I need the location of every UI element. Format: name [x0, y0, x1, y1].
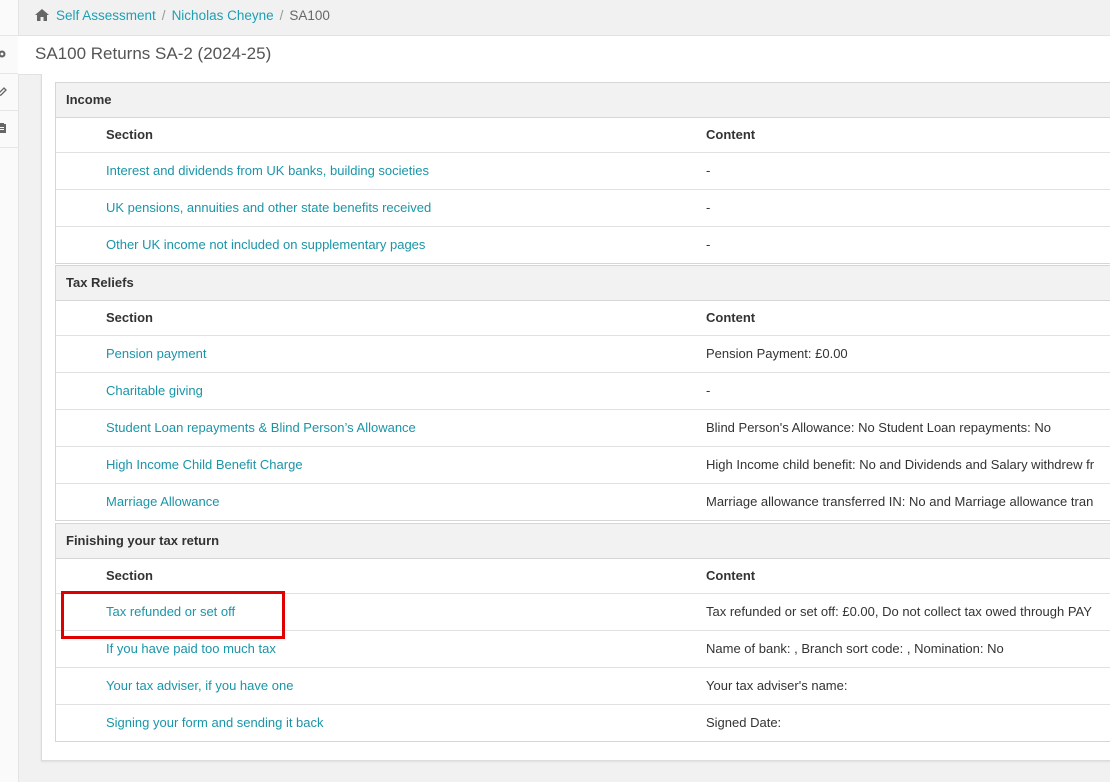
group-title: Tax Reliefs	[56, 266, 1110, 301]
table-row: Pension payment Pension Payment: £0.00	[56, 336, 1110, 373]
section-link[interactable]: Marriage Allowance	[106, 484, 219, 520]
column-header-content: Content	[706, 568, 756, 583]
sidebar-divider	[0, 147, 18, 148]
section-content: Name of bank: , Branch sort code: , Nomi…	[706, 641, 1004, 656]
table-row: High Income Child Benefit Charge High In…	[56, 447, 1110, 484]
section-content: Pension Payment: £0.00	[706, 346, 848, 361]
sidebar-divider	[0, 110, 18, 111]
section-link[interactable]: Signing your form and sending it back	[106, 705, 324, 741]
column-header-section: Section	[106, 310, 153, 325]
section-content: Marriage allowance transferred IN: No an…	[706, 494, 1094, 509]
table-header: Section Content	[56, 118, 1110, 153]
section-content: Blind Person's Allowance: No Student Loa…	[706, 420, 1052, 435]
group-title: Finishing your tax return	[56, 524, 1110, 559]
highlight-box	[61, 591, 285, 639]
table-row: Student Loan repayments & Blind Person’s…	[56, 410, 1110, 447]
sidebar-divider	[0, 35, 18, 36]
table-row: Interest and dividends from UK banks, bu…	[56, 153, 1110, 190]
table-row: Charitable giving -	[56, 373, 1110, 410]
page-title: SA100 Returns SA-2 (2024-25)	[35, 44, 272, 63]
left-sidebar	[0, 0, 19, 782]
section-content: Tax refunded or set off: £0.00, Do not c…	[706, 604, 1092, 619]
section-link[interactable]: Charitable giving	[106, 373, 203, 409]
breadcrumb-current: SA100	[289, 7, 330, 23]
table-header: Section Content	[56, 559, 1110, 594]
column-header-content: Content	[706, 127, 756, 142]
table-row: Other UK income not included on suppleme…	[56, 227, 1110, 263]
section-link[interactable]: Student Loan repayments & Blind Person’s…	[106, 410, 416, 446]
section-link[interactable]: Your tax adviser, if you have one	[106, 668, 293, 704]
returns-panel: Income Section Content Interest and divi…	[41, 74, 1110, 761]
breadcrumb-self-assessment[interactable]: Self Assessment	[56, 8, 156, 23]
column-header-content: Content	[706, 310, 756, 325]
table-header: Section Content	[56, 301, 1110, 336]
breadcrumb: Self Assessment / Nicholas Cheyne / SA10…	[34, 0, 1110, 30]
section-content: -	[706, 163, 711, 178]
table-row: Your tax adviser, if you have one Your t…	[56, 668, 1110, 705]
breadcrumb-separator: /	[279, 7, 284, 23]
group-title: Income	[56, 83, 1110, 118]
section-content: -	[706, 237, 711, 252]
tax-reliefs-group: Tax Reliefs Section Content Pension paym…	[55, 265, 1110, 521]
section-content: Your tax adviser's name:	[706, 678, 848, 693]
page-title-bar: SA100 Returns SA-2 (2024-25)	[18, 35, 1110, 75]
section-link[interactable]: High Income Child Benefit Charge	[106, 447, 303, 483]
section-content: -	[706, 200, 711, 215]
table-row: Signing your form and sending it back Si…	[56, 705, 1110, 741]
section-content: High Income child benefit: No and Divide…	[706, 457, 1095, 472]
column-header-section: Section	[106, 127, 153, 142]
sidebar-divider	[0, 73, 18, 74]
section-link[interactable]: Other UK income not included on suppleme…	[106, 227, 425, 263]
breadcrumb-client[interactable]: Nicholas Cheyne	[172, 8, 274, 23]
breadcrumb-separator: /	[161, 7, 166, 23]
edit-icon[interactable]	[0, 85, 7, 97]
section-content: -	[706, 383, 711, 398]
home-icon[interactable]	[34, 8, 50, 22]
income-group: Income Section Content Interest and divi…	[55, 82, 1110, 264]
gear-icon[interactable]	[0, 48, 7, 60]
table-row: Marriage Allowance Marriage allowance tr…	[56, 484, 1110, 520]
section-link[interactable]: Interest and dividends from UK banks, bu…	[106, 153, 429, 189]
section-content: Signed Date:	[706, 715, 782, 730]
column-header-section: Section	[106, 568, 153, 583]
section-link[interactable]: UK pensions, annuities and other state b…	[106, 190, 431, 226]
section-link[interactable]: Pension payment	[106, 336, 206, 372]
clipboard-icon[interactable]	[0, 122, 7, 134]
table-row: UK pensions, annuities and other state b…	[56, 190, 1110, 227]
